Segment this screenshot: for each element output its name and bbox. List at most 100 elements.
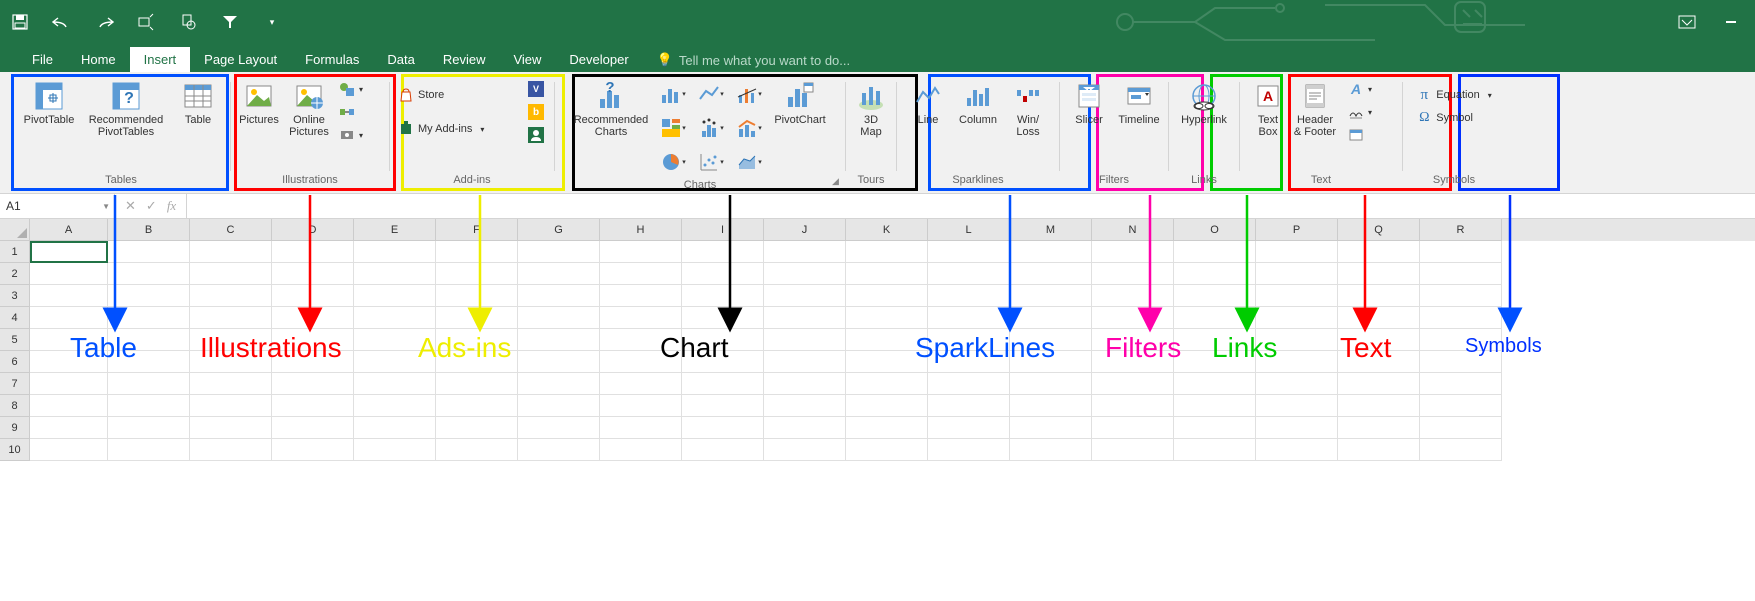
stock-chart-button[interactable]: ▾ (731, 78, 767, 110)
charts-launcher[interactable]: ◢ (832, 176, 842, 186)
cell[interactable] (682, 395, 764, 417)
cell[interactable] (764, 373, 846, 395)
column-header[interactable]: Q (1338, 219, 1420, 241)
column-header[interactable]: R (1420, 219, 1502, 241)
cell[interactable] (1010, 417, 1092, 439)
cell[interactable] (846, 351, 928, 373)
cell[interactable] (1420, 285, 1502, 307)
cell[interactable] (1420, 351, 1502, 373)
cell[interactable] (846, 395, 928, 417)
filter-icon[interactable] (218, 10, 242, 34)
cell[interactable] (108, 439, 190, 461)
cell[interactable] (764, 263, 846, 285)
cell[interactable] (1420, 439, 1502, 461)
touch-mode-icon[interactable] (134, 10, 158, 34)
cell[interactable] (354, 417, 436, 439)
cell[interactable] (682, 307, 764, 329)
column-header[interactable]: P (1256, 219, 1338, 241)
cell[interactable] (30, 307, 108, 329)
statistic-chart-button[interactable]: ▾ (693, 112, 729, 144)
column-header[interactable]: O (1174, 219, 1256, 241)
3d-map-button[interactable]: 3D Map (847, 78, 895, 138)
row-header[interactable]: 10 (0, 439, 30, 461)
cell[interactable] (600, 307, 682, 329)
cell[interactable] (1174, 329, 1256, 351)
equation-button[interactable]: πEquation▾ (1412, 84, 1495, 106)
cell[interactable] (190, 439, 272, 461)
signature-button[interactable]: ▾ (1344, 101, 1392, 123)
table-button[interactable]: Table (174, 78, 222, 126)
column-header[interactable]: D (272, 219, 354, 241)
cell[interactable] (1010, 307, 1092, 329)
cell[interactable] (600, 285, 682, 307)
object-button[interactable] (1344, 124, 1392, 146)
cell[interactable] (682, 241, 764, 263)
column-header[interactable]: K (846, 219, 928, 241)
cell[interactable] (1092, 285, 1174, 307)
cell[interactable] (682, 329, 764, 351)
cell[interactable] (190, 329, 272, 351)
cell[interactable] (1174, 395, 1256, 417)
cell[interactable] (30, 395, 108, 417)
cell[interactable] (1338, 329, 1420, 351)
cell[interactable] (1092, 329, 1174, 351)
tab-insert[interactable]: Insert (130, 47, 191, 72)
cell[interactable] (846, 373, 928, 395)
cell[interactable] (1338, 373, 1420, 395)
cell[interactable] (764, 439, 846, 461)
cell[interactable] (928, 329, 1010, 351)
cancel-icon[interactable]: ✕ (125, 198, 136, 214)
my-addins-button[interactable]: My Add-ins▾ (394, 118, 522, 140)
cell[interactable] (846, 241, 928, 263)
row-header[interactable]: 6 (0, 351, 30, 373)
cell[interactable] (764, 241, 846, 263)
cell[interactable] (600, 351, 682, 373)
cell[interactable] (1092, 417, 1174, 439)
tab-view[interactable]: View (499, 47, 555, 72)
row-header[interactable]: 1 (0, 241, 30, 263)
cell[interactable] (272, 241, 354, 263)
cell[interactable] (928, 351, 1010, 373)
cell[interactable] (846, 417, 928, 439)
cell[interactable] (1256, 395, 1338, 417)
cell[interactable] (1256, 417, 1338, 439)
cell[interactable] (436, 351, 518, 373)
cell[interactable] (1338, 351, 1420, 373)
cell[interactable] (272, 329, 354, 351)
cell[interactable] (1256, 241, 1338, 263)
qat-more-icon[interactable]: ▾ (260, 10, 284, 34)
cell[interactable] (354, 439, 436, 461)
cell[interactable] (928, 263, 1010, 285)
name-box[interactable]: A1▼ (0, 194, 115, 218)
cell[interactable] (1338, 307, 1420, 329)
cell[interactable] (1092, 439, 1174, 461)
cell[interactable] (1338, 285, 1420, 307)
cell[interactable] (518, 417, 600, 439)
cell[interactable] (1338, 241, 1420, 263)
row-header[interactable]: 9 (0, 417, 30, 439)
cell[interactable] (108, 285, 190, 307)
cell[interactable] (1174, 263, 1256, 285)
cell[interactable] (272, 439, 354, 461)
cell[interactable] (272, 285, 354, 307)
cell[interactable] (1420, 417, 1502, 439)
slicer-button[interactable]: Slicer (1065, 78, 1113, 126)
cell[interactable] (764, 417, 846, 439)
cell[interactable] (1338, 395, 1420, 417)
cell[interactable] (682, 439, 764, 461)
cell[interactable] (1420, 263, 1502, 285)
smartart-button[interactable] (335, 101, 385, 123)
cell[interactable] (518, 351, 600, 373)
row-header[interactable]: 3 (0, 285, 30, 307)
cell[interactable] (1174, 417, 1256, 439)
cell[interactable] (436, 263, 518, 285)
pictures-button[interactable]: Pictures (235, 78, 283, 126)
column-header[interactable]: M (1010, 219, 1092, 241)
tab-file[interactable]: File (18, 47, 67, 72)
chevron-down-icon[interactable]: ▼ (102, 202, 110, 211)
cell[interactable] (1256, 351, 1338, 373)
cell[interactable] (518, 307, 600, 329)
shapes-button[interactable]: ▾ (335, 78, 385, 100)
cell[interactable] (764, 285, 846, 307)
cell[interactable] (1010, 263, 1092, 285)
